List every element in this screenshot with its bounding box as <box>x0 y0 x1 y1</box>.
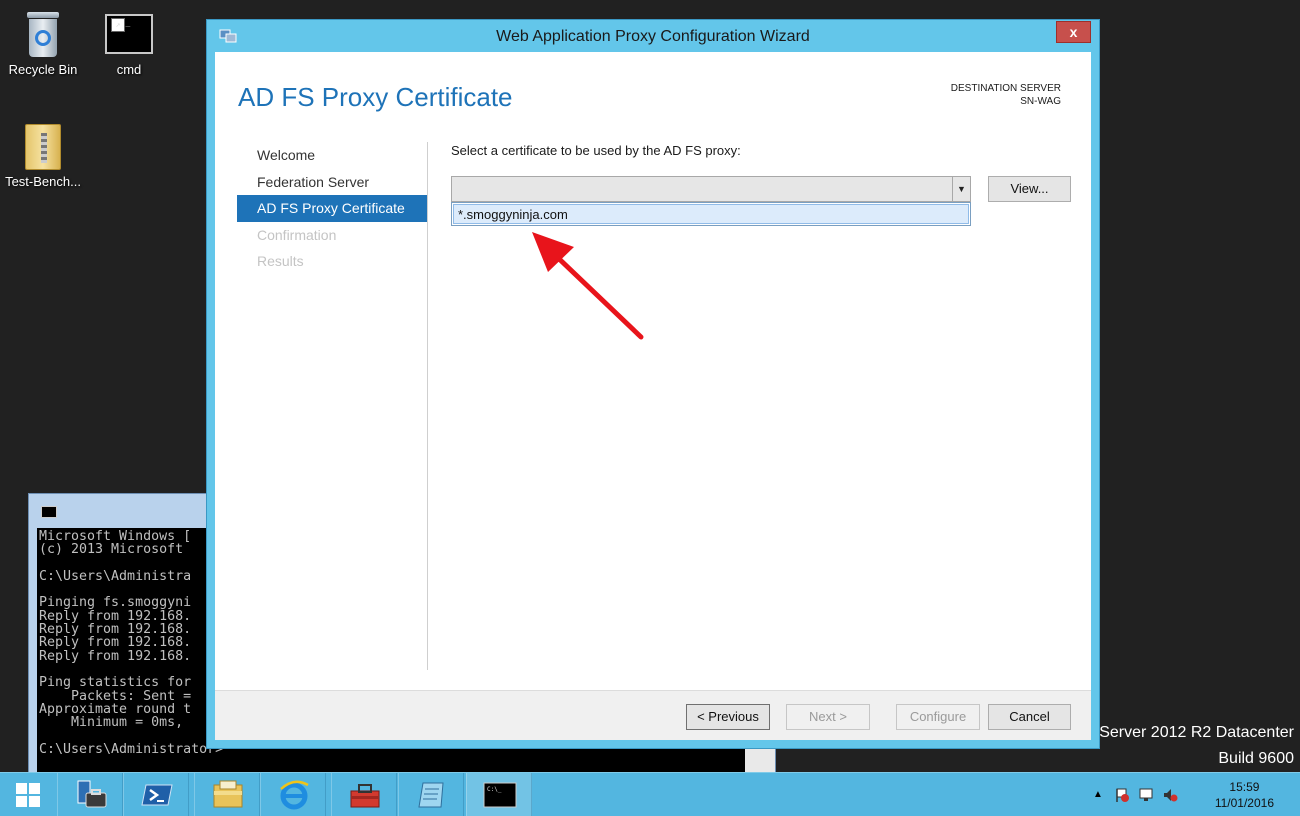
notepad-icon <box>418 782 444 808</box>
system-clock[interactable]: 15:59 11/01/2016 <box>1215 779 1274 811</box>
windows-logo-pane <box>29 783 40 794</box>
taskbar-notepad[interactable] <box>398 773 464 816</box>
start-button[interactable] <box>0 773 56 816</box>
taskbar-internet-explorer[interactable] <box>260 773 326 816</box>
taskbar: C:\_ ▲ 15:59 11/01/2016 <box>0 772 1300 816</box>
windows-logo-icon <box>16 783 27 794</box>
volume-muted-icon[interactable] <box>1162 787 1178 803</box>
internet-explorer-icon <box>280 780 309 810</box>
powershell-icon <box>141 784 173 806</box>
show-hidden-icons-chevron-up-icon[interactable]: ▲ <box>1090 787 1106 803</box>
cmd-icon: C:\_ <box>483 782 517 808</box>
clock-time: 15:59 <box>1229 780 1260 794</box>
taskbar-server-manager[interactable] <box>57 773 123 816</box>
windows-logo-pane <box>29 796 40 807</box>
network-icon[interactable] <box>1138 787 1154 803</box>
toolbox-icon <box>350 784 380 808</box>
clock-date: 11/01/2016 <box>1214 796 1274 810</box>
file-explorer-icon <box>213 780 243 808</box>
taskbar-cmd[interactable]: C:\_ <box>466 773 532 816</box>
server-manager-icon <box>77 780 107 808</box>
taskbar-file-explorer[interactable] <box>194 773 260 816</box>
windows-logo-pane <box>16 796 27 807</box>
taskbar-toolbox[interactable] <box>331 773 397 816</box>
annotation-arrow <box>532 232 644 340</box>
taskbar-powershell[interactable] <box>123 773 189 816</box>
system-tray: ▲ 15:59 11/01/2016 <box>1090 773 1300 816</box>
action-center-flag-icon[interactable] <box>1114 787 1130 803</box>
svg-text:C:\_: C:\_ <box>487 786 502 793</box>
